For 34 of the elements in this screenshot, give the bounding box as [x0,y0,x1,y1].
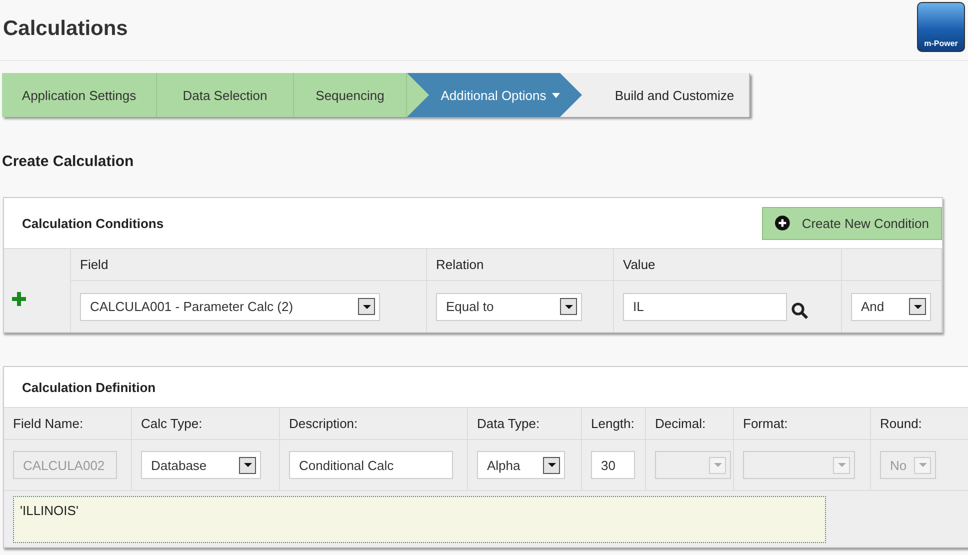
panel-title: Calculation Definition [22,380,156,394]
wizard-step[interactable]: Application Settings [2,73,157,117]
column-header: Data Type: [477,416,540,431]
wizard-step[interactable]: Data Selection [157,73,294,117]
column-header: Calc Type: [141,416,202,431]
add-icon[interactable] [12,292,26,306]
value-field[interactable]: IL [623,292,787,320]
column-header: Description: [289,416,358,431]
column-header: Length: [591,416,634,431]
dropdown[interactable]: Database [141,451,261,479]
column-header: Field [80,257,108,272]
column-header: Round: [880,416,922,431]
logo: m-Power [917,2,965,52]
section-title: Create Calculation [2,153,135,170]
dropdown[interactable]: Alpha [477,451,565,479]
dropdown[interactable]: CALCULA001 - Parameter Calc (2) [80,292,380,320]
column-header: Field Name: [13,416,84,431]
dropdown[interactable]: And [851,292,931,320]
text-field[interactable]: Conditional Calc [289,451,453,479]
expression-field[interactable]: 'ILLINOIS' [13,496,826,543]
create-condition-button[interactable]: Create New Condition [762,206,942,240]
column-header: Decimal: [655,416,706,431]
panel-title: Calculation Conditions [22,216,164,230]
wizard-step[interactable]: Build and Customize [582,73,750,117]
column-header: Format: [743,416,788,431]
text-field[interactable]: 30 [591,451,635,479]
search-icon[interactable] [791,302,809,320]
wizard-step[interactable]: Additional Options [407,73,582,117]
column-header: Value [623,257,656,272]
plus-circle-icon [775,215,790,231]
wizard-step[interactable]: Sequencing [294,73,407,117]
page-title: Calculations [3,17,128,41]
dropdown[interactable]: Equal to [436,292,582,320]
column-header: Relation [436,257,484,272]
